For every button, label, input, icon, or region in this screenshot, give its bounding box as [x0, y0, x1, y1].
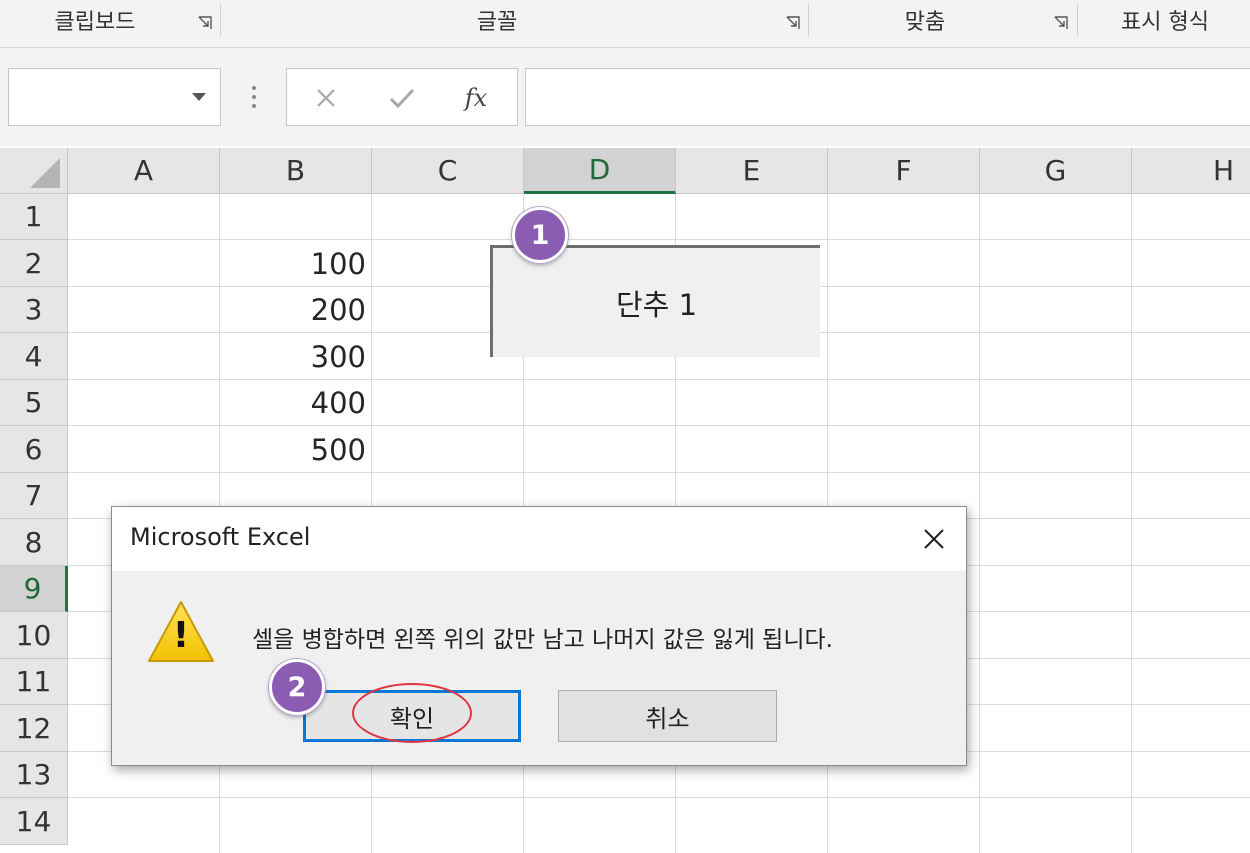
column-header-e[interactable]: E [676, 148, 828, 194]
column-header-f[interactable]: F [828, 148, 980, 194]
ribbon-group-bar: 클립보드 글꼴 맞춤 표시 형식 [0, 0, 1250, 48]
select-all-icon [30, 158, 60, 188]
row-header-9[interactable]: 9 [0, 566, 68, 612]
ribbon-separator [808, 4, 809, 36]
ribbon-group-alignment: 맞춤 [904, 10, 946, 35]
warning-icon: ! [146, 599, 216, 665]
column-header-a[interactable]: A [68, 148, 220, 194]
cancel-button[interactable]: 취소 [558, 690, 777, 742]
check-icon[interactable] [387, 83, 417, 113]
column-header-b[interactable]: B [220, 148, 372, 194]
clipboard-launcher-icon[interactable] [198, 16, 212, 30]
row-header-12[interactable]: 12 [0, 705, 68, 752]
warning-symbol: ! [172, 615, 190, 656]
row-header-10[interactable]: 10 [0, 612, 68, 659]
fx-icon[interactable]: fx [461, 83, 491, 113]
step-marker-2: 2 [269, 659, 325, 715]
ribbon-group-clipboard: 클립보드 [54, 10, 136, 35]
name-box-dropdown-icon[interactable] [192, 93, 206, 101]
cell-b4[interactable]: 300 [220, 334, 366, 380]
row-header-6[interactable]: 6 [0, 426, 68, 473]
ribbon-separator [220, 4, 221, 36]
row-header-11[interactable]: 11 [0, 659, 68, 705]
row-header-14[interactable]: 14 [0, 798, 68, 845]
gridline [979, 194, 980, 853]
row-header-7[interactable]: 7 [0, 473, 68, 519]
cell-b5[interactable]: 400 [220, 380, 366, 426]
merge-warning-dialog: Microsoft Excel ! 셀을 병합하면 왼쪽 위의 값만 남고 나머… [111, 506, 967, 766]
ribbon-group-number-format: 표시 형식 [1121, 10, 1209, 35]
dialog-message: 셀을 병합하면 왼쪽 위의 값만 남고 나머지 값은 잃게 됩니다. [252, 627, 833, 653]
row-header-4[interactable]: 4 [0, 333, 68, 380]
formula-buttons: fx [286, 68, 518, 126]
cell-b3[interactable]: 200 [220, 287, 366, 333]
alignment-launcher-icon[interactable] [1054, 16, 1068, 30]
cell-b2[interactable]: 100 [220, 241, 366, 287]
font-launcher-icon[interactable] [786, 16, 800, 30]
dialog-title-bar: Microsoft Excel [112, 507, 966, 571]
gridline [68, 239, 1250, 240]
row-header-8[interactable]: 8 [0, 519, 68, 566]
row-header-5[interactable]: 5 [0, 380, 68, 426]
cell-b6[interactable]: 500 [220, 427, 366, 473]
column-header-d[interactable]: D [524, 148, 676, 194]
x-icon[interactable] [311, 83, 341, 113]
column-header-g[interactable]: G [980, 148, 1132, 194]
column-header-h[interactable]: H [1132, 148, 1250, 194]
formula-input[interactable] [525, 68, 1250, 126]
ribbon-group-font: 글꼴 [476, 10, 518, 35]
row-header-1[interactable]: 1 [0, 194, 68, 240]
dialog-title: Microsoft Excel [130, 523, 311, 551]
ok-button[interactable]: 확인 [303, 690, 521, 742]
formula-bar-grip-icon[interactable] [248, 82, 260, 112]
step-marker-1: 1 [512, 207, 568, 263]
close-icon[interactable] [920, 525, 948, 553]
row-header-2[interactable]: 2 [0, 240, 68, 287]
select-all-corner[interactable] [0, 148, 68, 194]
ribbon-separator [1077, 4, 1078, 36]
column-header-c[interactable]: C [372, 148, 524, 194]
row-header-3[interactable]: 3 [0, 287, 68, 333]
gridline [68, 797, 1250, 798]
row-header-13[interactable]: 13 [0, 752, 68, 798]
name-box[interactable] [8, 68, 221, 126]
gridline [1131, 194, 1132, 853]
